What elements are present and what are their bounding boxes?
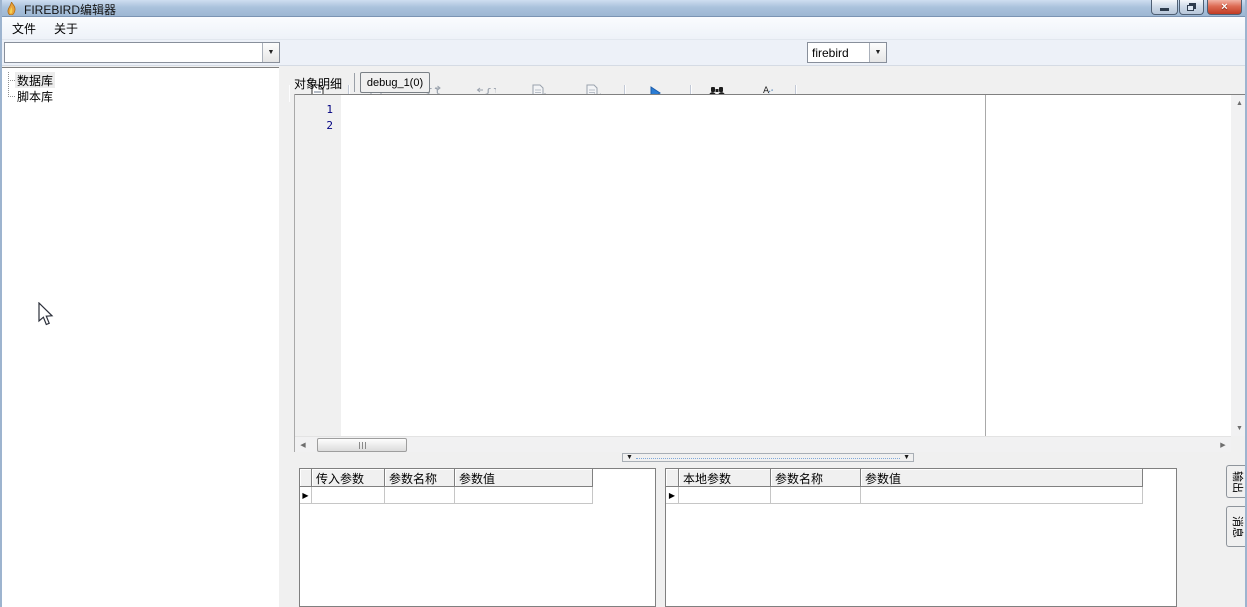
splitter-dotted-line — [635, 457, 901, 459]
grid-cell[interactable] — [455, 487, 593, 504]
grid-corner-cell — [300, 469, 312, 487]
app-icon — [7, 2, 16, 15]
panel-splitter[interactable] — [279, 67, 289, 607]
minimize-icon — [1160, 7, 1169, 11]
collapse-down-icon[interactable]: ▼ — [623, 454, 636, 461]
editor-side-panel[interactable] — [986, 95, 1231, 436]
side-tab-messages[interactable]: 消息 — [1226, 506, 1245, 547]
toolbar: ▼ {} — [2, 40, 1245, 102]
tree-connector — [8, 72, 9, 97]
tab-object-details[interactable]: 对象明细 — [294, 75, 342, 92]
menubar: 文件 关于 — [2, 17, 1245, 40]
grid-data-row[interactable]: ▶ — [300, 487, 593, 504]
collapse-down-icon[interactable]: ▼ — [900, 454, 913, 461]
grid-data-row[interactable]: ▶ — [666, 487, 1143, 504]
tree-connector — [8, 80, 15, 81]
grid-cell[interactable] — [679, 487, 771, 504]
editor-gutter: 1 2 — [295, 95, 341, 436]
horizontal-scrollbar[interactable]: ◀ ▶ — [295, 436, 1231, 452]
column-header[interactable]: 参数值 — [455, 469, 593, 487]
grid-header-row: 传入参数 参数名称 参数值 — [300, 469, 593, 487]
scroll-right-icon[interactable]: ▶ — [1215, 437, 1231, 452]
tree-item-database[interactable]: 数据库 — [15, 72, 56, 88]
grid-cell[interactable] — [771, 487, 861, 504]
object-selector-combobox[interactable]: ▼ — [4, 42, 280, 63]
side-tab-label: 消息 — [1231, 515, 1243, 538]
titlebar[interactable]: FIREBIRD编辑器 × — [2, 0, 1245, 17]
column-header[interactable]: 本地参数 — [679, 469, 771, 487]
row-indicator-icon: ▶ — [666, 487, 679, 504]
restore-button[interactable] — [1179, 0, 1204, 15]
side-tab-label: 输出 — [1231, 470, 1243, 493]
mouse-cursor — [38, 302, 54, 326]
column-header[interactable]: 参数名称 — [385, 469, 455, 487]
tab-debug[interactable]: debug_1(0) — [360, 72, 430, 93]
close-icon: × — [1221, 0, 1228, 13]
tree-connector — [8, 96, 15, 97]
grid-corner-cell — [666, 469, 679, 487]
scrollbar-thumb[interactable] — [317, 438, 407, 452]
local-params-grid[interactable]: 本地参数 参数名称 参数值 ▶ — [665, 468, 1177, 607]
chevron-down-icon[interactable]: ▼ — [869, 43, 886, 62]
thumb-grip — [364, 441, 366, 449]
window-title: FIREBIRD编辑器 — [24, 3, 117, 17]
thumb-grip — [358, 441, 360, 449]
splitter-collapse-control[interactable]: ▼ ▼ — [622, 453, 914, 462]
object-tree-panel — [2, 67, 279, 607]
code-editor[interactable] — [341, 95, 985, 436]
grid-cell[interactable] — [385, 487, 455, 504]
grid-cell[interactable] — [312, 487, 385, 504]
vertical-scrollbar[interactable]: ▲ ▼ — [1231, 95, 1245, 436]
grid-cell[interactable] — [861, 487, 1143, 504]
column-header[interactable]: 传入参数 — [312, 469, 385, 487]
scroll-down-icon[interactable]: ▼ — [1231, 420, 1245, 436]
grid-header-row: 本地参数 参数名称 参数值 — [666, 469, 1143, 487]
scroll-up-icon[interactable]: ▲ — [1231, 95, 1245, 111]
restore-icon — [1187, 5, 1194, 11]
tree-item-scripts[interactable]: 脚本库 — [15, 88, 55, 104]
database-selector-combobox[interactable]: firebird ▼ — [807, 42, 887, 63]
chevron-down-icon[interactable]: ▼ — [262, 43, 279, 62]
column-header[interactable]: 参数值 — [861, 469, 1143, 487]
tab-separator — [354, 73, 355, 92]
side-tab-output[interactable]: 输出 — [1226, 465, 1245, 498]
close-button[interactable]: × — [1207, 0, 1242, 15]
app-window: FIREBIRD编辑器 × 文件 关于 ▼ A firebird ▼ 数据库 脚… — [0, 0, 1247, 607]
input-params-grid[interactable]: 传入参数 参数名称 参数值 ▶ — [299, 468, 656, 607]
database-selector-value: firebird — [812, 45, 849, 60]
scroll-left-icon[interactable]: ◀ — [295, 437, 311, 452]
menu-about[interactable]: 关于 — [46, 18, 86, 39]
line-number: 2 — [326, 119, 333, 132]
menu-file[interactable]: 文件 — [4, 18, 44, 39]
minimize-button[interactable] — [1151, 0, 1178, 15]
thumb-grip — [361, 441, 363, 449]
column-header[interactable]: 参数名称 — [771, 469, 861, 487]
line-number: 1 — [326, 103, 333, 116]
row-indicator-icon: ▶ — [300, 487, 312, 504]
